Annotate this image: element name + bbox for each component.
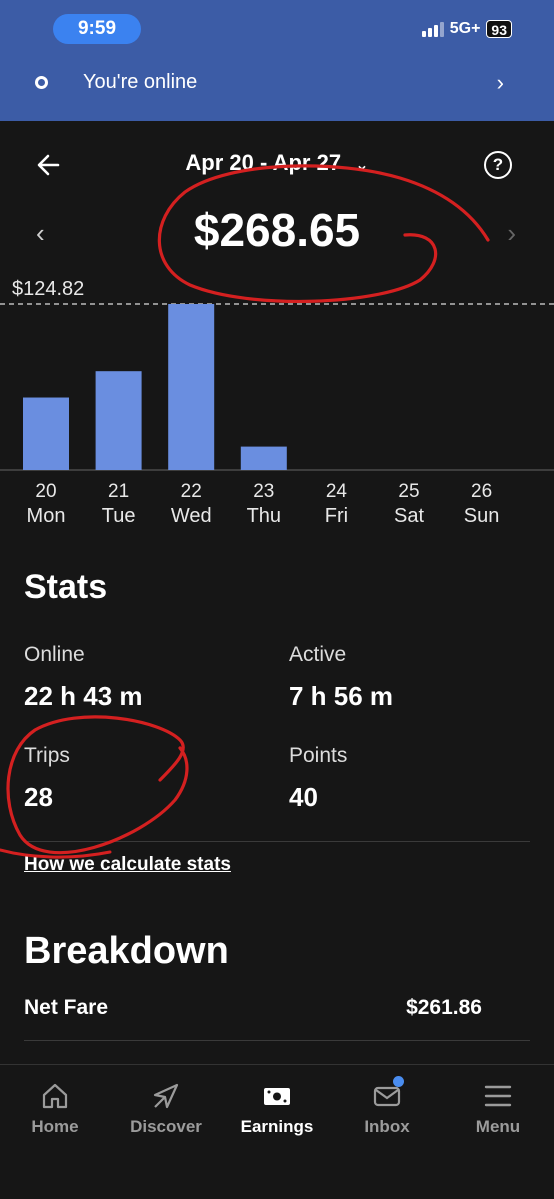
earnings-bar-chart: $124.82 20 Mon 21 Tue 22 Wed 23 Thu 24 Fri 25 Sat 26 S…: [0, 270, 554, 530]
nav-home[interactable]: Home: [0, 1065, 110, 1155]
online-label: Online: [24, 643, 85, 666]
home-icon: [42, 1083, 68, 1109]
nav-menu[interactable]: Menu: [443, 1065, 553, 1155]
status-time: 9:59: [53, 14, 141, 44]
day-name-sun: Sun: [464, 505, 500, 527]
earnings-chart-svg: $124.82 20 Mon 21 Tue 22 Wed 23 Thu 24 Fri 25 Sat 26 S…: [0, 278, 554, 527]
breakdown-divider: [24, 1040, 530, 1041]
points-label: Points: [289, 744, 348, 767]
nav-inbox[interactable]: Inbox: [332, 1065, 442, 1155]
how-we-calculate-link[interactable]: How we calculate stats: [24, 854, 231, 876]
day-number-22: 22: [181, 481, 202, 502]
active-value: 7 h 56 m: [289, 681, 394, 711]
nav-earnings[interactable]: Earnings: [222, 1065, 332, 1155]
network-type: 5G+: [449, 20, 481, 37]
day-name-mon: Mon: [27, 505, 66, 527]
nav-menu-label: Menu: [475, 1117, 521, 1136]
day-name-tue: Tue: [102, 505, 136, 527]
day-number-21: 21: [108, 481, 129, 502]
day-number-25: 25: [398, 481, 419, 502]
stats-heading: Stats: [24, 568, 108, 606]
date-range-label: Apr 20 - Apr 27: [185, 150, 342, 175]
bottom-navigation: Home Discover Earnings Inbox Menu: [0, 1064, 554, 1199]
trips-value: 28: [24, 782, 53, 812]
day-number-26: 26: [471, 481, 492, 502]
chevron-down-icon: ⌄: [355, 157, 369, 174]
nav-home-label: Home: [31, 1117, 79, 1136]
net-fare-value: $261.86: [406, 996, 482, 1019]
signal-icon: [421, 21, 444, 37]
chevron-right-icon: ›: [496, 70, 504, 95]
bar-tue: [95, 371, 142, 470]
online-status-text: You're online: [83, 71, 198, 93]
bar-mon: [23, 397, 69, 470]
nav-discover-label: Discover: [130, 1117, 202, 1136]
breakdown-heading: Breakdown: [24, 930, 229, 972]
compass-icon: [153, 1083, 179, 1109]
net-fare-label: Net Fare: [24, 996, 109, 1019]
stats-divider: [24, 841, 530, 842]
day-number-24: 24: [326, 481, 348, 502]
earnings-icon: [264, 1088, 290, 1105]
online-dot-icon: [35, 76, 48, 89]
day-name-thu: Thu: [247, 505, 281, 527]
nav-earnings-label: Earnings: [240, 1117, 314, 1136]
date-range-selector[interactable]: Apr 20 - Apr 27 ⌄: [0, 150, 554, 176]
weekly-total: $268.65: [193, 204, 361, 256]
online-status-banner[interactable]: You're online ›: [0, 62, 554, 104]
online-value: 22 h 43 m: [24, 681, 143, 711]
inbox-unread-dot: [393, 1076, 404, 1087]
day-name-fri: Fri: [325, 505, 348, 527]
points-value: 40: [289, 782, 318, 812]
day-number-20: 20: [35, 481, 56, 502]
day-name-wed: Wed: [171, 505, 212, 527]
battery-icon: 93: [486, 20, 512, 38]
menu-icon: [484, 1085, 512, 1107]
max-value-label: $124.82: [12, 278, 84, 300]
help-icon[interactable]: ?: [484, 151, 512, 179]
bar-wed: [168, 304, 215, 470]
trips-label: Trips: [24, 744, 70, 767]
nav-discover[interactable]: Discover: [111, 1065, 221, 1155]
active-label: Active: [289, 643, 347, 666]
day-number-23: 23: [253, 481, 274, 502]
bar-thu: [240, 446, 287, 470]
day-name-sat: Sat: [394, 505, 424, 527]
status-and-banner: 9:59 5G+ 93 You're online ›: [0, 0, 554, 121]
nav-inbox-label: Inbox: [364, 1117, 410, 1136]
status-indicators: 5G+ 93: [421, 20, 512, 38]
